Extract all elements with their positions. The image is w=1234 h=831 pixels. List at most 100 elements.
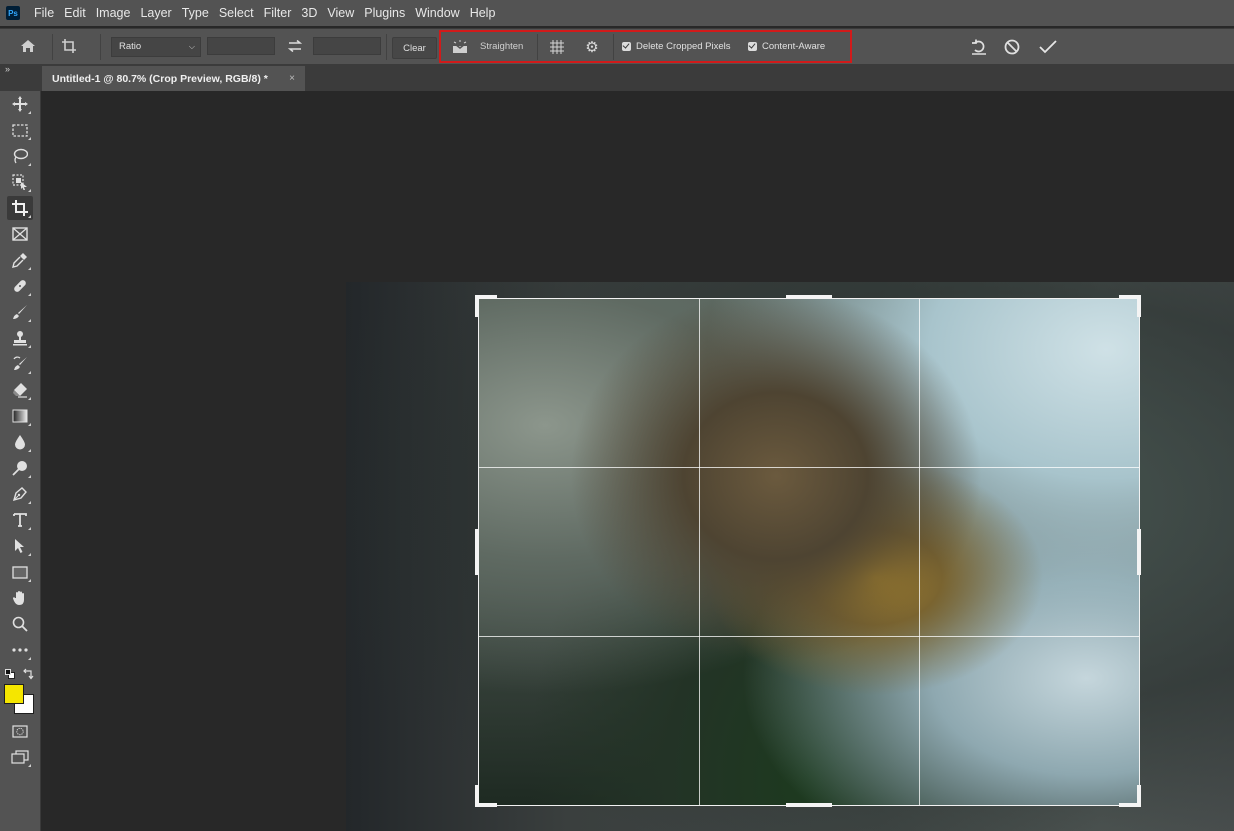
clone-stamp-tool[interactable] — [7, 326, 33, 350]
crop-handle-bottom[interactable] — [786, 803, 832, 807]
canvas-area[interactable] — [42, 91, 1234, 831]
menu-select[interactable]: Select — [219, 6, 254, 20]
history-brush-icon — [13, 356, 27, 370]
zoom-tool[interactable] — [7, 612, 33, 636]
rectangle-icon — [12, 565, 28, 579]
menu-layer[interactable]: Layer — [140, 6, 171, 20]
lasso-icon — [13, 148, 28, 164]
menu-file[interactable]: File — [34, 6, 54, 20]
default-colors-icon[interactable] — [5, 669, 15, 679]
width-field[interactable] — [207, 37, 275, 55]
swap-colors-icon[interactable] — [22, 667, 34, 680]
more-tools[interactable] — [7, 638, 33, 662]
crop-tool[interactable] — [7, 196, 33, 220]
crop-handle-bottom-left[interactable] — [475, 785, 479, 807]
marquee-tool[interactable] — [7, 118, 33, 142]
object-selection-tool[interactable] — [7, 170, 33, 194]
content-aware-checkbox[interactable]: Content-Aware — [748, 41, 825, 52]
crop-icon — [12, 200, 28, 216]
ratio-select-value: Ratio — [119, 41, 142, 52]
blur-tool[interactable] — [7, 430, 33, 454]
eraser-icon — [13, 383, 27, 398]
menu-type[interactable]: Type — [182, 6, 209, 20]
bandage-icon — [14, 280, 26, 292]
photoshop-logo: Ps — [6, 6, 20, 20]
panel-collapse-icon[interactable]: » — [5, 64, 10, 74]
crop-tool-icon[interactable] — [58, 36, 82, 56]
crop-handle-top-left[interactable] — [475, 295, 479, 317]
pen-tool[interactable] — [7, 482, 33, 506]
reset-icon[interactable] — [968, 37, 990, 57]
hand-tool[interactable] — [7, 586, 33, 610]
grid-line — [698, 299, 700, 805]
crop-handle-top[interactable] — [786, 295, 832, 299]
menu-edit[interactable]: Edit — [64, 6, 86, 20]
type-tool[interactable] — [7, 508, 33, 532]
foreground-color-swatch[interactable] — [4, 684, 24, 704]
crop-handle-right[interactable] — [1137, 529, 1141, 575]
path-selection-tool[interactable] — [7, 534, 33, 558]
grid-overlay-icon[interactable] — [547, 38, 567, 56]
crop-handle-top-right[interactable] — [1137, 295, 1141, 317]
menu-3d[interactable]: 3D — [301, 6, 317, 20]
quick-mask-tool[interactable] — [7, 719, 33, 743]
swap-arrows-icon[interactable] — [285, 38, 305, 54]
separator — [52, 34, 53, 60]
straighten-button[interactable]: Straighten — [480, 41, 523, 52]
rectangle-tool[interactable] — [7, 560, 33, 584]
gradient-tool[interactable] — [7, 404, 33, 428]
magnifier-icon — [12, 616, 28, 632]
frame-icon — [12, 227, 28, 241]
menu-help[interactable]: Help — [470, 6, 496, 20]
delete-cropped-pixels-label: Delete Cropped Pixels — [636, 41, 731, 52]
brush-icon — [13, 305, 27, 319]
chevron-down-icon: ⌵ — [188, 42, 195, 51]
separator — [100, 34, 101, 60]
home-icon[interactable] — [18, 37, 38, 55]
menu-window[interactable]: Window — [415, 6, 459, 20]
arrow-cursor-icon — [15, 539, 24, 553]
lasso-tool[interactable] — [7, 144, 33, 168]
checkmark-icon[interactable] — [1037, 37, 1059, 57]
dodge-tool[interactable] — [7, 456, 33, 480]
document-tab-bar: » Untitled-1 @ 80.7% (Crop Preview, RGB/… — [0, 64, 1234, 91]
checkbox-checked-icon — [748, 42, 757, 51]
ratio-select[interactable]: Ratio ⌵ — [111, 37, 201, 57]
gear-icon[interactable]: ⚙ — [583, 38, 601, 56]
tools-panel — [0, 91, 41, 831]
document-tab[interactable]: Untitled-1 @ 80.7% (Crop Preview, RGB/8)… — [42, 66, 305, 91]
close-icon[interactable]: × — [289, 73, 295, 84]
cancel-icon[interactable] — [1002, 37, 1022, 57]
menu-filter[interactable]: Filter — [264, 6, 292, 20]
content-aware-label: Content-Aware — [762, 41, 826, 52]
delete-cropped-pixels-checkbox[interactable]: Delete Cropped Pixels — [622, 41, 731, 52]
straighten-icon[interactable] — [450, 39, 470, 55]
menu-image[interactable]: Image — [96, 6, 131, 20]
history-brush-tool[interactable] — [7, 352, 33, 376]
menu-bar: Ps File Edit Image Layer Type Select Fil… — [0, 0, 1234, 26]
screen-mode-tool[interactable] — [7, 745, 33, 769]
healing-brush-tool[interactable] — [7, 274, 33, 298]
menu-view[interactable]: View — [327, 6, 354, 20]
crop-handle-bottom-right[interactable] — [1137, 785, 1141, 807]
crop-handle-left[interactable] — [475, 529, 479, 575]
height-field[interactable] — [313, 37, 381, 55]
frame-tool[interactable] — [7, 222, 33, 246]
crop-box[interactable] — [478, 298, 1140, 806]
quick-mask-icon — [12, 724, 28, 738]
eyedropper-tool[interactable] — [7, 248, 33, 272]
grid-line — [479, 635, 1139, 637]
grid-line — [918, 299, 920, 805]
brush-tool[interactable] — [7, 300, 33, 324]
ellipsis-icon — [12, 648, 28, 652]
drop-icon — [15, 435, 25, 450]
clear-button[interactable]: Clear — [392, 37, 437, 59]
menu-plugins[interactable]: Plugins — [364, 6, 405, 20]
screen-mode-icon — [11, 750, 29, 764]
move-tool[interactable] — [7, 92, 33, 116]
type-icon — [13, 513, 27, 527]
eraser-tool[interactable] — [7, 378, 33, 402]
document-tab-title: Untitled-1 @ 80.7% (Crop Preview, RGB/8)… — [52, 72, 268, 85]
separator — [613, 34, 614, 60]
grid-line — [479, 467, 1139, 469]
